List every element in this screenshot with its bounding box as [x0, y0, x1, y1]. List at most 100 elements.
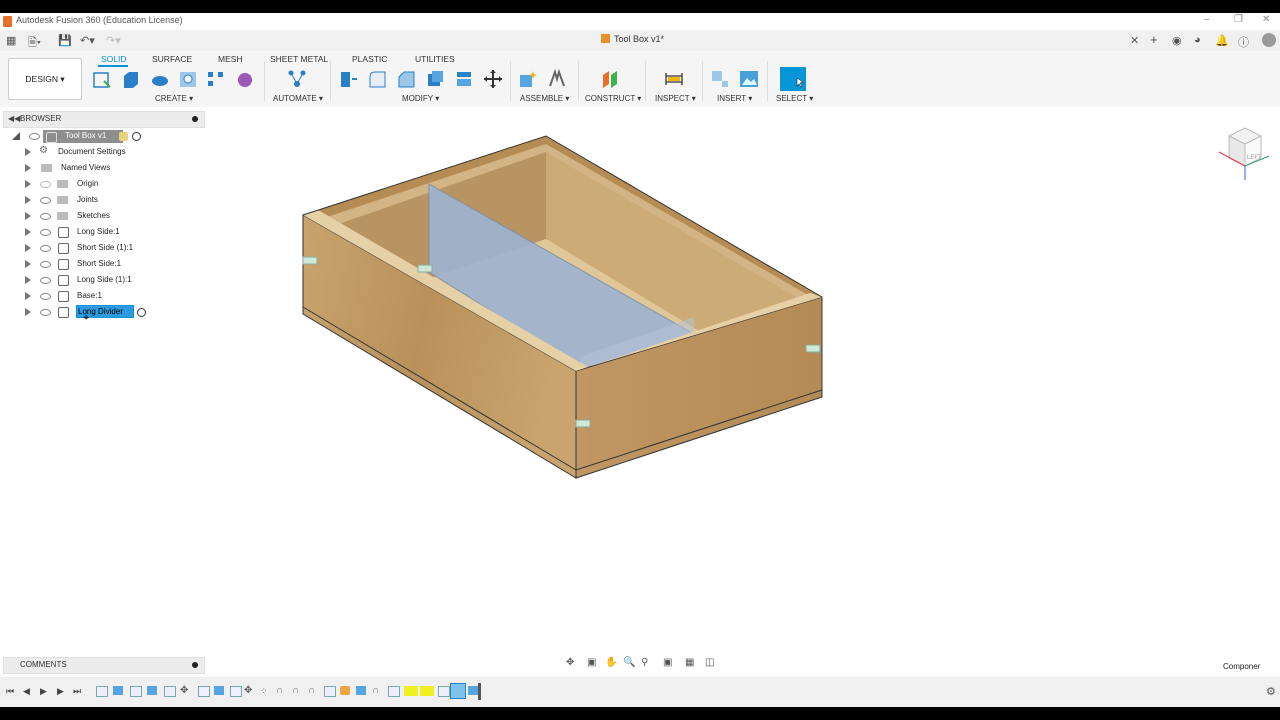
select-icon[interactable]: [780, 67, 806, 91]
step-back-icon[interactable]: ◀: [23, 686, 30, 697]
extrude-feature-icon[interactable]: [113, 686, 123, 695]
viewports-icon[interactable]: ◫: [705, 657, 714, 668]
extrude-feature-icon[interactable]: [468, 686, 478, 695]
play-icon[interactable]: ▶: [40, 686, 47, 697]
tab-utilities[interactable]: UTILITIES: [415, 54, 455, 64]
insert-derive-icon[interactable]: [710, 69, 730, 89]
extrude-feature-icon[interactable]: [147, 686, 157, 695]
move-feature-icon[interactable]: ✥: [180, 685, 188, 696]
automate-icon[interactable]: [287, 69, 307, 89]
timeline-settings-gear-icon[interactable]: ⚙: [1266, 685, 1276, 698]
minimize-icon[interactable]: –: [1204, 14, 1210, 25]
display-settings-icon[interactable]: ▣: [663, 657, 672, 668]
joint-feature-icon[interactable]: ⁘: [260, 686, 268, 697]
undo-icon[interactable]: ↶▾: [80, 34, 95, 47]
joint-icon[interactable]: [547, 69, 567, 89]
job-status-icon[interactable]: ◕: [1194, 34, 1201, 46]
move-copy-icon[interactable]: [483, 69, 503, 89]
selected-feature-icon[interactable]: [450, 683, 466, 699]
extensions-icon[interactable]: ◉: [1172, 34, 1182, 47]
fillet-icon[interactable]: [367, 69, 387, 89]
save-icon[interactable]: 💾: [58, 34, 72, 47]
zoom-icon[interactable]: 🔍: [623, 657, 635, 668]
step-forward-icon[interactable]: ▶: [57, 686, 64, 697]
design-canvas[interactable]: ◀◀ BROWSER Tool Box v1 ⚙ Document Settin…: [0, 107, 1280, 677]
select-group-label[interactable]: SELECT ▾: [776, 94, 813, 103]
inspect-group-label[interactable]: INSPECT ▾: [655, 94, 696, 103]
offset-plane-icon[interactable]: [600, 69, 620, 89]
pan-icon[interactable]: ✋: [605, 657, 617, 668]
joint-feature-icon[interactable]: ∩: [372, 685, 379, 696]
highlighted-sketch-feature-icon[interactable]: [420, 686, 434, 696]
model-viewport[interactable]: [0, 107, 1280, 677]
highlighted-sketch-feature-icon[interactable]: [404, 686, 418, 696]
joint-feature-icon[interactable]: ∩: [292, 685, 299, 696]
sketch-feature-icon[interactable]: [438, 686, 450, 697]
assemble-group-label[interactable]: ASSEMBLE ▾: [520, 94, 569, 103]
create-group-label[interactable]: CREATE ▾: [155, 94, 193, 103]
joint-marker-icon[interactable]: [302, 256, 318, 265]
sketch-feature-icon[interactable]: [324, 686, 336, 697]
combine-icon[interactable]: [454, 69, 474, 89]
go-to-start-icon[interactable]: ⏮: [6, 686, 14, 697]
pattern-icon[interactable]: [206, 69, 226, 89]
restore-icon[interactable]: ❐: [1234, 14, 1243, 25]
automate-group-label[interactable]: AUTOMATE ▾: [273, 94, 323, 103]
comments-title: COMMENTS: [20, 660, 67, 669]
tab-surface[interactable]: SURFACE: [152, 54, 192, 64]
viewcube[interactable]: LEFT: [1215, 122, 1273, 184]
tab-mesh[interactable]: MESH: [218, 54, 243, 64]
tab-solid[interactable]: SOLID: [101, 54, 127, 64]
construct-group-label[interactable]: CONSTRUCT ▾: [585, 94, 641, 103]
add-comment-icon[interactable]: [192, 662, 198, 668]
orbit-icon[interactable]: ✥: [566, 657, 574, 668]
sketch-feature-icon[interactable]: [164, 686, 176, 697]
create-sketch-icon[interactable]: [92, 69, 112, 89]
component-feature-icon[interactable]: [340, 686, 350, 695]
new-tab-icon[interactable]: +: [1150, 32, 1158, 47]
tab-plastic[interactable]: PLASTIC: [352, 54, 387, 64]
timeline-marker[interactable]: [478, 683, 481, 700]
app-grid-icon[interactable]: ▦: [6, 34, 16, 47]
modify-group-label[interactable]: MODIFY ▾: [402, 94, 439, 103]
close-tab-icon[interactable]: ✕: [1130, 34, 1139, 47]
sketch-feature-icon[interactable]: [130, 686, 142, 697]
measure-icon[interactable]: [664, 69, 684, 89]
user-avatar-icon[interactable]: [1262, 33, 1276, 47]
revolve-icon[interactable]: [150, 69, 170, 89]
shell-icon[interactable]: [425, 69, 445, 89]
grid-settings-icon[interactable]: ▦: [685, 657, 694, 668]
joint-feature-icon[interactable]: ∩: [276, 685, 283, 696]
hole-icon[interactable]: [178, 69, 198, 89]
extrude-feature-icon[interactable]: [214, 686, 224, 695]
joint-feature-icon[interactable]: ∩: [308, 685, 315, 696]
fit-icon[interactable]: ⚲: [641, 657, 648, 668]
new-component-icon[interactable]: [518, 69, 538, 89]
joint-marker-icon[interactable]: [417, 264, 433, 273]
close-icon[interactable]: ✕: [1262, 14, 1270, 25]
help-icon[interactable]: ⓘ: [1238, 34, 1249, 50]
sketch-feature-icon[interactable]: [198, 686, 210, 697]
document-tab[interactable]: Tool Box v1*: [601, 34, 664, 44]
look-at-icon[interactable]: ▣: [587, 657, 596, 668]
redo-icon[interactable]: ↷▾: [106, 34, 121, 47]
go-to-end-icon[interactable]: ⏭: [73, 686, 81, 697]
sketch-feature-icon[interactable]: [96, 686, 108, 697]
extrude-icon[interactable]: [121, 69, 141, 89]
insert-group-label[interactable]: INSERT ▾: [717, 94, 752, 103]
sketch-feature-icon[interactable]: [230, 686, 242, 697]
move-feature-icon[interactable]: ✥: [244, 685, 252, 696]
extrude-feature-icon[interactable]: [356, 686, 366, 695]
joint-marker-icon[interactable]: [805, 344, 821, 353]
comments-panel-header[interactable]: COMMENTS: [3, 657, 205, 674]
chamfer-icon[interactable]: [396, 69, 416, 89]
workspace-design-button[interactable]: DESIGN ▾: [8, 58, 82, 100]
tab-sheet-metal[interactable]: SHEET METAL: [270, 54, 328, 64]
create-form-icon[interactable]: [235, 69, 255, 89]
joint-marker-icon[interactable]: [575, 419, 591, 428]
notifications-icon[interactable]: 🔔: [1215, 34, 1229, 47]
press-pull-icon[interactable]: [338, 69, 358, 89]
insert-canvas-icon[interactable]: [739, 69, 759, 89]
timeline-features[interactable]: ✥ ✥ ⁘ ∩ ∩ ∩ ∩: [96, 683, 480, 699]
sketch-feature-icon[interactable]: [388, 686, 400, 697]
